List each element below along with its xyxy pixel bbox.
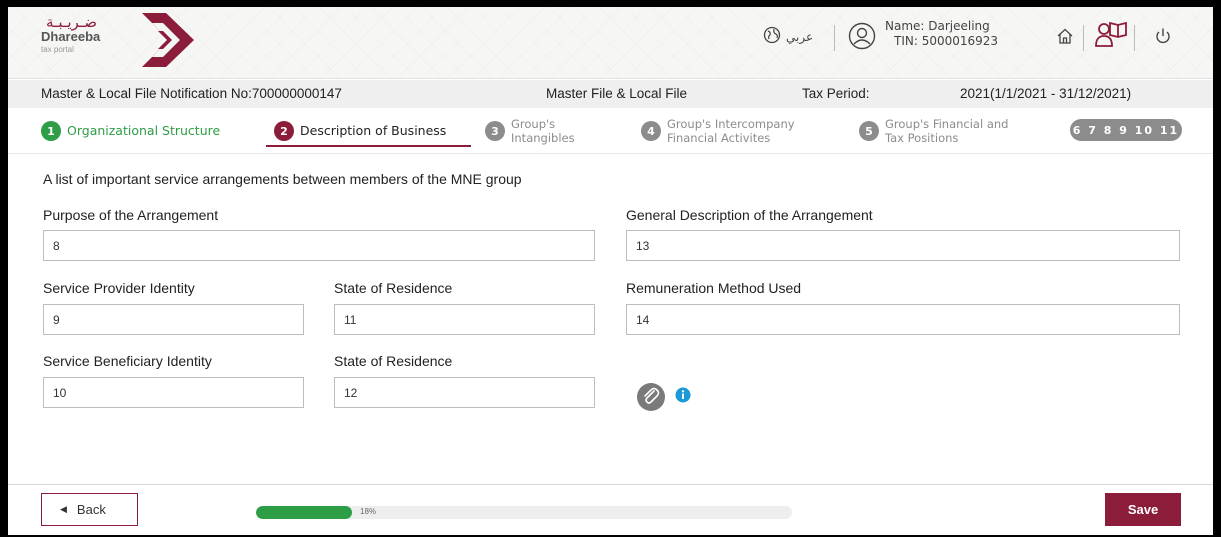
back-label: Back — [76, 502, 106, 517]
power-icon[interactable] — [1154, 27, 1172, 45]
step-label: Organizational Structure — [67, 123, 221, 138]
file-type: Master File & Local File — [546, 86, 688, 101]
progress-text: 18% — [360, 507, 377, 516]
step-label-line1: Group's Intercompany — [667, 117, 795, 131]
purpose-input[interactable]: 8 — [43, 230, 595, 261]
app-frame: ضـريـبـة Dhareeba tax portal عربي Name: … — [8, 7, 1213, 535]
step-number: 3 — [485, 121, 505, 141]
divider — [834, 25, 835, 51]
step-label: Group's Intangibles — [511, 117, 575, 145]
step-groups-financial-tax-positions[interactable]: 5 Group's Financial and Tax Positions — [859, 108, 1008, 154]
progress-bar — [256, 506, 792, 519]
step-label-line2: Intangibles — [511, 131, 575, 145]
divider — [1083, 25, 1084, 51]
step-label-line2: Tax Positions — [885, 131, 959, 145]
step-groups-intangibles[interactable]: 3 Group's Intangibles — [485, 108, 575, 154]
remuneration-input[interactable]: 14 — [626, 304, 1180, 335]
info-icon[interactable] — [675, 387, 691, 403]
step-label-line1: Group's Financial and — [885, 117, 1009, 131]
step-number: 2 — [274, 121, 294, 141]
tax-period-value: 2021(1/1/2021 - 31/12/2021) — [960, 86, 1132, 101]
user-guide-icon[interactable] — [1095, 19, 1127, 49]
more-steps-indicator[interactable]: 6 7 8 9 10 11 — [1070, 119, 1182, 141]
dhareeba-logo-icon[interactable] — [136, 9, 202, 71]
header: ضـريـبـة Dhareeba tax portal عربي Name: … — [8, 7, 1213, 79]
notification-number: Master & Local File Notification No:7000… — [41, 86, 342, 101]
progress-fill — [256, 506, 353, 519]
step-label: Group's Intercompany Financial Activites — [667, 117, 795, 145]
globe-icon[interactable] — [763, 26, 781, 44]
provider-residence-input[interactable]: 11 — [334, 304, 595, 335]
beneficiary-identity-input[interactable]: 10 — [43, 377, 304, 408]
step-navigation: 1 Organizational Structure 2 Description… — [8, 108, 1213, 154]
beneficiary-identity-label: Service Beneficiary Identity — [43, 353, 212, 369]
provider-identity-label: Service Provider Identity — [43, 280, 195, 296]
attachment-icon[interactable] — [636, 382, 666, 412]
provider-identity-input[interactable]: 9 — [43, 304, 304, 335]
remuneration-label: Remuneration Method Used — [626, 280, 802, 296]
purpose-label: Purpose of the Arrangement — [43, 207, 219, 223]
provider-residence-label: State of Residence — [334, 280, 453, 296]
general-description-label: General Description of the Arrangement — [626, 207, 873, 223]
step-label: Description of Business — [300, 123, 447, 138]
user-icon[interactable] — [848, 22, 876, 50]
beneficiary-residence-input[interactable]: 12 — [334, 377, 595, 408]
divider — [1134, 25, 1135, 51]
step-number: 5 — [859, 121, 879, 141]
language-toggle[interactable]: عربي — [786, 30, 813, 44]
footer-divider — [8, 484, 1213, 485]
step-groups-intercompany-financial[interactable]: 4 Group's Intercompany Financial Activite… — [641, 108, 795, 154]
general-description-input[interactable]: 13 — [626, 230, 1180, 261]
user-name: Name: Darjeeling — [885, 19, 990, 33]
step-label: Group's Financial and Tax Positions — [885, 117, 1008, 145]
step-description-of-business[interactable]: 2 Description of Business — [274, 108, 446, 154]
beneficiary-residence-label: State of Residence — [334, 353, 453, 369]
step-organizational-structure[interactable]: 1 Organizational Structure — [41, 108, 220, 154]
save-button[interactable]: Save — [1105, 493, 1181, 526]
step-number: 4 — [641, 121, 661, 141]
step-label-line2: Financial Activites — [667, 131, 771, 145]
user-tin: TIN: 5000016923 — [894, 34, 999, 48]
step-number: 1 — [41, 121, 61, 141]
active-step-underline — [266, 145, 471, 147]
logo-text: Dhareeba — [41, 29, 101, 44]
caret-left-icon: ◀ — [60, 504, 67, 514]
logo-subtitle: tax portal — [41, 45, 74, 54]
notification-info-bar: Master & Local File Notification No:7000… — [8, 80, 1213, 108]
section-title: A list of important service arrangements… — [43, 171, 522, 187]
step-label-line1: Group's — [511, 117, 556, 131]
home-icon[interactable] — [1056, 27, 1074, 45]
tax-period-label: Tax Period: — [802, 86, 870, 101]
back-button[interactable]: ◀ Back — [41, 493, 138, 526]
